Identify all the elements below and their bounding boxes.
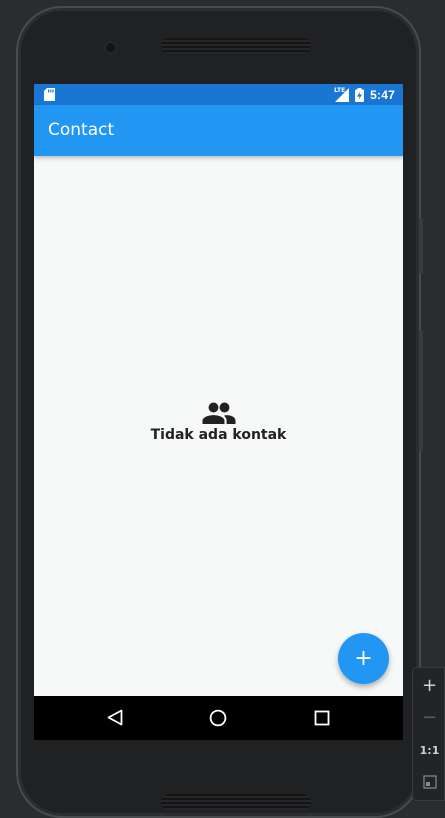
battery-charging-icon bbox=[355, 87, 365, 102]
recents-icon[interactable] bbox=[314, 710, 330, 726]
home-icon[interactable] bbox=[209, 709, 227, 727]
status-bar: LTE 5:47 bbox=[34, 84, 403, 105]
lte-signal-icon: LTE bbox=[334, 86, 350, 102]
empty-state-message: Tidak ada kontak bbox=[150, 427, 287, 443]
zoom-in-button[interactable]: + bbox=[413, 670, 445, 700]
contact-list-area[interactable]: Tidak ada kontak bbox=[34, 156, 403, 696]
navigation-bar bbox=[34, 696, 403, 740]
device-screen: LTE 5:47 Contact Tidak ada kontak + bbox=[34, 84, 403, 740]
fit-screen-icon bbox=[422, 775, 437, 789]
page-title: Contact bbox=[48, 120, 115, 140]
top-speaker-grille bbox=[161, 38, 311, 54]
status-icons: LTE 5:47 bbox=[334, 84, 395, 105]
emulator-zoom-panel: + − 1:1 bbox=[412, 667, 445, 801]
actual-size-button[interactable]: 1:1 bbox=[413, 735, 445, 765]
back-icon[interactable] bbox=[107, 709, 123, 726]
app-bar: Contact bbox=[34, 105, 403, 156]
plus-icon: + bbox=[354, 646, 373, 671]
sd-card-icon bbox=[44, 88, 55, 101]
add-contact-button[interactable]: + bbox=[338, 633, 389, 684]
power-button[interactable] bbox=[419, 218, 423, 274]
front-camera bbox=[106, 43, 115, 52]
volume-rocker[interactable] bbox=[419, 330, 423, 452]
emulator-stage: LTE 5:47 Contact Tidak ada kontak + + − … bbox=[0, 0, 445, 818]
network-type-label: LTE bbox=[334, 86, 346, 94]
people-icon bbox=[202, 402, 235, 424]
empty-state: Tidak ada kontak bbox=[34, 402, 403, 443]
bottom-speaker-grille bbox=[161, 794, 311, 810]
fit-screen-button[interactable] bbox=[413, 767, 445, 797]
status-clock: 5:47 bbox=[370, 87, 395, 102]
zoom-out-button[interactable]: − bbox=[413, 702, 445, 732]
